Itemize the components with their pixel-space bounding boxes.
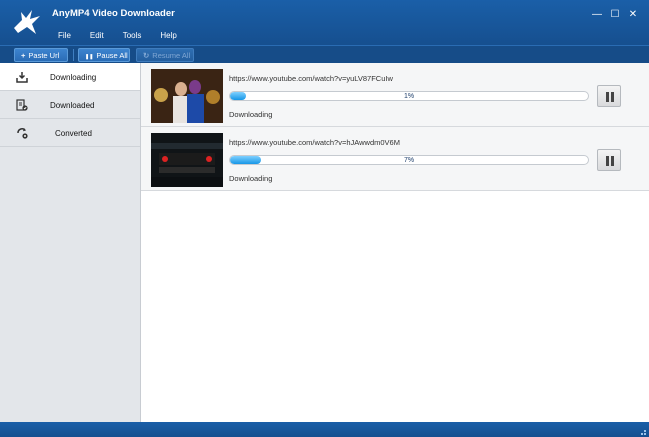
progress-percent: 1% [403,93,415,100]
app-title: AnyMP4 Video Downloader [52,8,175,19]
video-thumbnail[interactable] [151,69,223,123]
minimize-button[interactable]: — [589,8,605,22]
maximize-button[interactable]: ☐ [607,8,623,22]
pause-icon [606,156,609,166]
bird-logo-icon [14,10,40,34]
download-icon [16,72,28,83]
toolbar: + Paste Url ❚❚ Pause All ↻ Resume All [0,45,649,63]
video-url: https://www.youtube.com/watch?v=hJAwwdm0… [229,138,400,147]
pause-icon: ❚❚ [85,54,94,60]
sidebar-item-label: Downloaded [50,101,95,110]
download-list: https://www.youtube.com/watch?v=yuLV87FC… [141,63,649,422]
download-row: https://www.youtube.com/watch?v=hJAwwdm0… [141,127,649,191]
pause-button[interactable] [597,85,621,107]
status-bar [0,422,649,437]
progress-bar: 1% [229,91,589,101]
pause-all-label: Pause All [96,51,128,60]
menu-bar: File Edit Tools Help [58,31,196,40]
progress-percent: 7% [403,157,415,164]
download-status: Downloading [229,174,273,183]
video-thumbnail[interactable] [151,133,223,187]
sidebar-item-label: Downloading [50,73,97,82]
convert-icon [17,128,28,139]
pause-icon [611,92,614,102]
menu-file[interactable]: File [58,31,71,40]
sidebar-item-converted[interactable]: Converted [0,119,140,147]
pause-icon [606,92,609,102]
resume-all-label: Resume All [152,51,191,60]
menu-help[interactable]: Help [160,31,176,40]
menu-tools[interactable]: Tools [123,31,142,40]
paste-url-label: Paste Url [28,51,60,60]
pause-button[interactable] [597,149,621,171]
progress-bar: 7% [229,155,589,165]
video-url: https://www.youtube.com/watch?v=yuLV87FC… [229,74,393,83]
title-bar: AnyMP4 Video Downloader File Edit Tools … [0,0,649,45]
close-button[interactable]: ✕ [625,8,641,22]
pause-all-button[interactable]: ❚❚ Pause All [78,48,130,62]
resume-all-button[interactable]: ↻ Resume All [136,48,194,62]
sidebar-item-downloaded[interactable]: Downloaded [0,91,140,119]
resize-grip-icon[interactable] [638,427,646,435]
refresh-icon: ↻ [143,51,150,60]
window-controls: — ☐ ✕ [587,8,641,22]
download-status: Downloading [229,110,273,119]
sidebar: Downloading Downloaded Converted [0,63,141,422]
sidebar-item-downloading[interactable]: Downloading [0,63,140,91]
plus-icon: + [21,51,26,60]
pause-icon [611,156,614,166]
menu-edit[interactable]: Edit [90,31,104,40]
download-row: https://www.youtube.com/watch?v=yuLV87FC… [141,63,649,127]
toolbar-divider [73,49,74,61]
downloaded-file-icon [16,99,28,111]
sidebar-item-label: Converted [55,129,92,138]
paste-url-button[interactable]: + Paste Url [14,48,68,62]
